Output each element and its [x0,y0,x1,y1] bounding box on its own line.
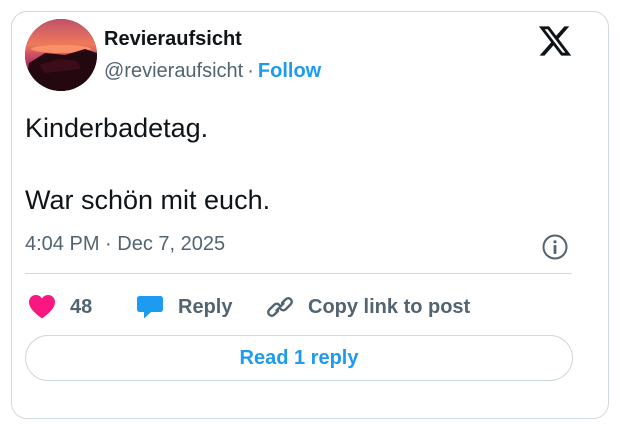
copy-link-label: Copy link to post [308,295,471,318]
like-count: 48 [70,295,93,318]
info-icon[interactable] [541,233,569,261]
like-button[interactable]: 48 [28,292,92,322]
reply-label: Reply [178,295,233,318]
heart-icon [29,295,55,319]
divider [25,273,572,274]
link-icon [267,297,293,317]
tweet-date: Dec 7, 2025 [117,233,226,255]
tweet-text-line-2: War schön mit euch. [25,185,271,215]
avatar[interactable] [25,19,97,91]
reply-button[interactable]: Reply [136,292,232,322]
follow-button[interactable]: Follow [258,60,321,82]
user-handle[interactable]: @revieraufsicht [104,60,243,82]
speech-bubble-icon [137,296,163,319]
read-replies-button[interactable]: Read 1 reply [25,335,573,381]
tweet-time: 4:04 PM [25,233,100,255]
handle-row: @revieraufsicht · Follow [104,60,321,83]
tweet-text-line-1: Kinderbadetag. [25,113,209,143]
copy-link-button[interactable]: Copy link to post [266,292,470,322]
avatar-image [25,19,97,91]
display-name[interactable]: Revieraufsicht [104,28,242,51]
tweet-timestamp[interactable]: 4:04 PM · Dec 7, 2025 [25,233,225,256]
x-logo-icon[interactable] [537,23,573,59]
separator-dot: · [247,60,254,82]
timestamp-separator: · [105,233,112,255]
